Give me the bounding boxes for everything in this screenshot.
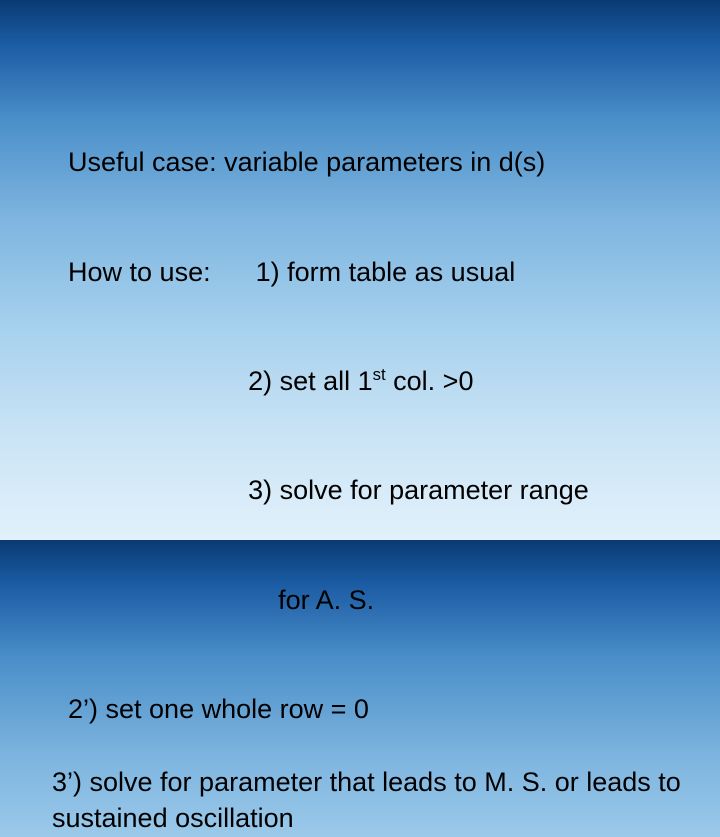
indent-spacer bbox=[68, 472, 248, 508]
howto-line-3b: for A. S. bbox=[38, 545, 682, 654]
useful-case-text: Useful case: variable parameters in d(s) bbox=[68, 147, 545, 177]
howto-line-2: 2) set all 1st col. >0 bbox=[38, 327, 682, 436]
step-2-post: col. >0 bbox=[386, 366, 474, 396]
howto-line-3: 3) solve for parameter range bbox=[38, 436, 682, 545]
step-3b-text: for A. S. bbox=[248, 585, 374, 615]
alt-step-3-text: 3’) solve for parameter that leads to M.… bbox=[52, 767, 681, 833]
title-line: Useful case: variable parameters in d(s) bbox=[38, 108, 682, 217]
how-to-use-label: How to use: bbox=[68, 254, 256, 290]
step-1-text: 1) form table as usual bbox=[256, 257, 516, 287]
indent-spacer bbox=[68, 363, 248, 399]
ordinal-superscript: st bbox=[373, 365, 386, 384]
step-3a-text: 3) solve for parameter range bbox=[248, 475, 589, 505]
howto-line-1: How to use: 1) form table as usual bbox=[38, 217, 682, 326]
alt-step-3-line: 3’) solve for parameter that leads to M.… bbox=[38, 764, 682, 837]
alt-step-2-line: 2’) set one whole row = 0 bbox=[38, 655, 682, 764]
indent-spacer bbox=[68, 582, 248, 618]
slide-body: Useful case: variable parameters in d(s)… bbox=[38, 108, 682, 837]
step-2-pre: 2) set all 1 bbox=[248, 366, 373, 396]
alt-step-2-text: 2’) set one whole row = 0 bbox=[68, 694, 369, 724]
